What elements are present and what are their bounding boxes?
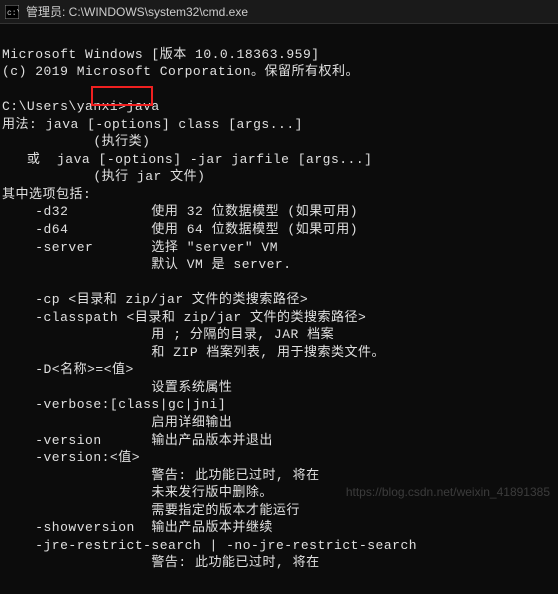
output-line: -showversion 输出产品版本并继续 [2, 520, 273, 535]
output-line: (c) 2019 Microsoft Corporation。保留所有权利。 [2, 64, 359, 79]
output-line: 启用详细输出 [2, 415, 232, 430]
output-line: -classpath <目录和 zip/jar 文件的类搜索路径> [2, 310, 366, 325]
cmd-icon: c:\ [4, 4, 20, 20]
prompt-line: C:\Users\yanxi>java [2, 99, 160, 114]
output-line: 用法: java [-options] class [args...] [2, 117, 303, 132]
output-line: 或 java [-options] -jar jarfile [args...] [2, 152, 372, 167]
output-line: -d64 使用 64 位数据模型 (如果可用) [2, 222, 358, 237]
output-line: 需要指定的版本才能运行 [2, 503, 300, 518]
output-line: -d32 使用 32 位数据模型 (如果可用) [2, 204, 358, 219]
output-line: -version 输出产品版本并退出 [2, 433, 273, 448]
terminal-output[interactable]: Microsoft Windows [版本 10.0.18363.959] (c… [0, 24, 558, 594]
watermark-text: https://blog.csdn.net/weixin_41891385 [346, 485, 550, 499]
output-line: 设置系统属性 [2, 380, 232, 395]
output-line: 其中选项包括: [2, 187, 91, 202]
output-line: Microsoft Windows [版本 10.0.18363.959] [2, 47, 320, 62]
window-titlebar: c:\ 管理员: C:\WINDOWS\system32\cmd.exe [0, 0, 558, 24]
output-line: 和 ZIP 档案列表, 用于搜索类文件。 [2, 345, 385, 360]
output-line: -jre-restrict-search | -no-jre-restrict-… [2, 538, 417, 553]
output-line: (执行类) [2, 134, 150, 149]
output-line: 用 ; 分隔的目录, JAR 档案 [2, 327, 334, 342]
window-title: 管理员: C:\WINDOWS\system32\cmd.exe [26, 3, 248, 20]
output-line: 默认 VM 是 server. [2, 257, 292, 272]
output-line: -cp <目录和 zip/jar 文件的类搜索路径> [2, 292, 308, 307]
output-line: -server 选择 "server" VM [2, 240, 278, 255]
output-line: 警告: 此功能已过时, 将在 [2, 555, 320, 570]
output-line: 未来发行版中删除。 [2, 485, 273, 500]
output-line: 警告: 此功能已过时, 将在 [2, 468, 320, 483]
output-line: (执行 jar 文件) [2, 169, 205, 184]
svg-text:c:\: c:\ [7, 9, 19, 18]
output-line: -D<名称>=<值> [2, 362, 134, 377]
output-line: -version:<值> [2, 450, 140, 465]
output-line: -verbose:[class|gc|jni] [2, 397, 226, 412]
